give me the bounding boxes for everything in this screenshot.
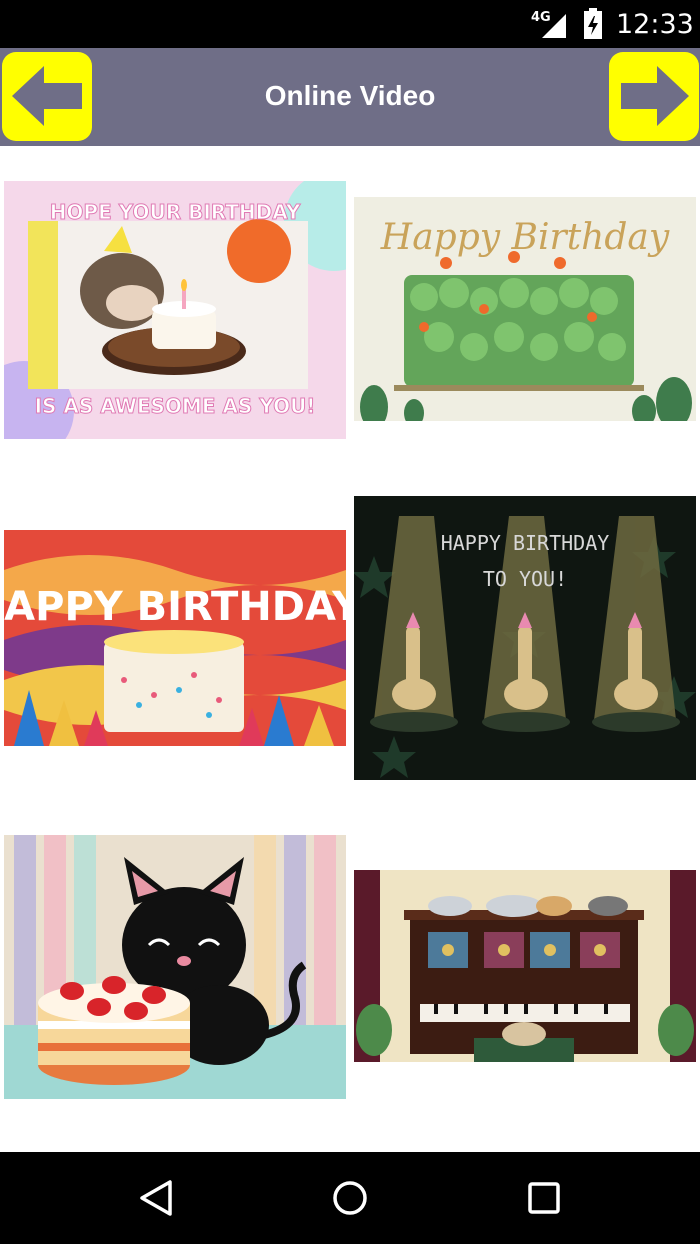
signal-icon <box>542 14 566 38</box>
forward-button[interactable] <box>609 52 699 141</box>
llamas-birthday-image: HAPPY BIRTHDAY TO YOU! <box>354 496 696 780</box>
video-top-text: HAPPY BIRTHDAY <box>441 531 610 555</box>
triangle-back-icon <box>140 1180 172 1216</box>
cake-birthday-image: HAPPY BIRTHDAY! <box>4 530 346 746</box>
cat-cake-image <box>4 835 346 1099</box>
page-title: Online Video <box>264 80 436 111</box>
hedgehog-birthday-image: HOPE YOUR BIRTHDAY IS AS AWESOME AS YOU! <box>4 181 346 439</box>
video-top-text: HOPE YOUR BIRTHDAY <box>50 200 301 224</box>
video-thumbnail-leaves[interactable]: Happy Birthday <box>354 197 696 421</box>
nav-back-button[interactable] <box>126 1174 186 1222</box>
video-top-text: Happy Birthday <box>380 217 670 258</box>
battery-icon <box>584 8 602 39</box>
nav-home-button[interactable] <box>320 1174 380 1222</box>
video-thumbnail-hedgehog[interactable]: HOPE YOUR BIRTHDAY IS AS AWESOME AS YOU! <box>4 181 346 439</box>
video-bottom-text: IS AS AWESOME AS YOU! <box>35 394 316 418</box>
video-thumbnail-piano[interactable] <box>354 870 696 1062</box>
system-nav-bar <box>0 1152 700 1244</box>
leafy-birthday-image: Happy Birthday <box>354 197 696 421</box>
video-thumbnail-cake[interactable]: HAPPY BIRTHDAY! <box>4 530 346 746</box>
video-thumbnail-llamas[interactable]: HAPPY BIRTHDAY TO YOU! <box>354 496 696 780</box>
clock: 12:33 <box>616 9 694 40</box>
video-bottom-text: TO YOU! <box>483 567 567 591</box>
nav-recents-button[interactable] <box>514 1174 574 1222</box>
arrow-right-icon <box>621 66 689 126</box>
square-recents-icon <box>528 1182 560 1214</box>
video-top-text: HAPPY BIRTHDAY! <box>4 584 346 630</box>
circle-home-icon <box>333 1181 367 1215</box>
status-bar: 4G 12:33 <box>0 0 700 48</box>
app-header: Online Video <box>0 48 700 146</box>
piano-cats-image <box>354 870 696 1062</box>
video-thumbnail-cat[interactable] <box>4 835 346 1099</box>
